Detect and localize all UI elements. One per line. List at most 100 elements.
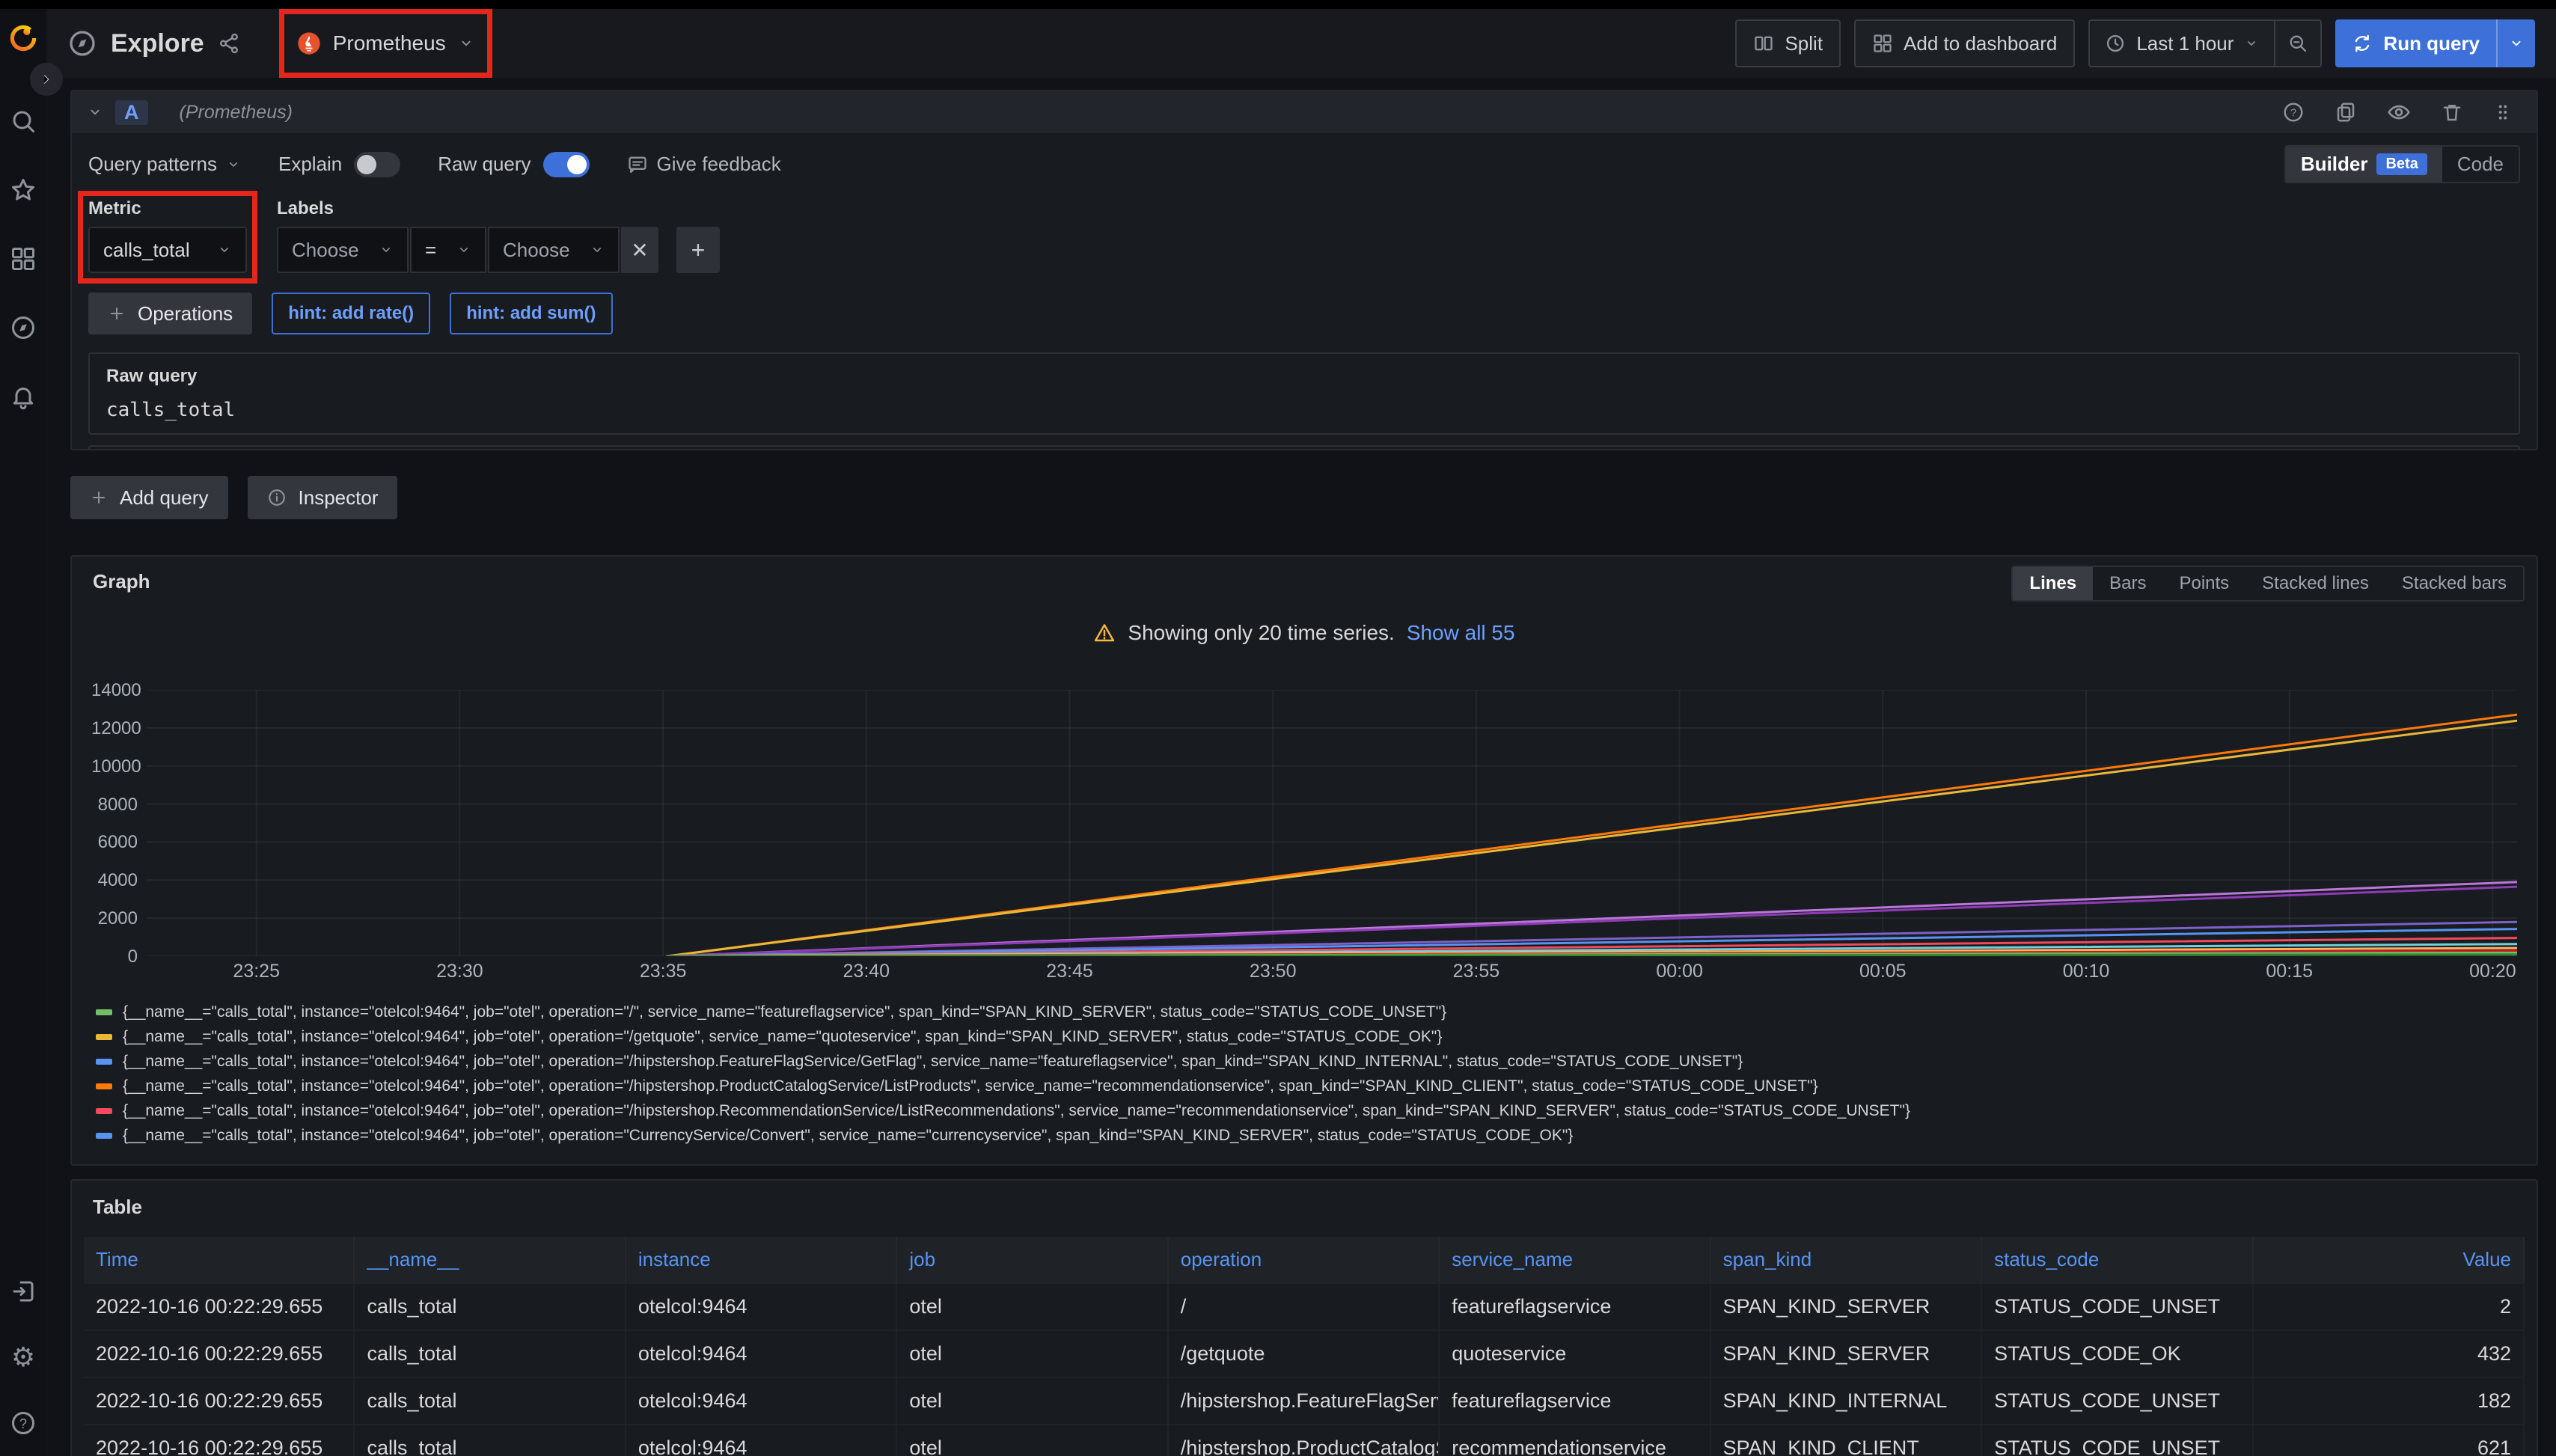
chevron-down-icon (590, 242, 605, 257)
inspector-button[interactable]: Inspector (248, 476, 398, 519)
metric-select[interactable]: calls_total (88, 227, 247, 273)
legend-item[interactable]: {__name__="calls_total", instance="otelc… (96, 1123, 2517, 1148)
graph-mode-points[interactable]: Points (2162, 567, 2245, 600)
dashboards-icon[interactable] (10, 245, 37, 272)
table-cell: calls_total (355, 1330, 626, 1377)
add-to-dashboard-label: Add to dashboard (1904, 32, 2057, 55)
legend-series-label: {__name__="calls_total", instance="otelc… (123, 1102, 1910, 1120)
legend-series-swatch (96, 1108, 112, 1114)
table-column-header-operation[interactable]: operation (1169, 1237, 1440, 1282)
table-cell: otelcol:9464 (626, 1282, 897, 1330)
add-query-label: Add query (120, 486, 209, 510)
sidebar-expand-button[interactable] (30, 63, 63, 96)
alerting-bell-icon[interactable] (10, 383, 37, 410)
table-column-header-span-kind[interactable]: span_kind (1711, 1237, 1982, 1282)
graph-mode-stacked-lines[interactable]: Stacked lines (2245, 567, 2385, 600)
remove-query-trash-icon[interactable] (2441, 101, 2463, 123)
y-axis-tick: 10000 (91, 756, 138, 777)
add-operation-button[interactable]: Operations (88, 293, 252, 334)
table-cell: otel (897, 1330, 1168, 1377)
table-column-header-value[interactable]: Value (2254, 1237, 2525, 1282)
grafana-logo[interactable] (6, 21, 40, 55)
query-toolbar: Query patterns Explain Raw query Give fe… (72, 133, 2537, 188)
table-column-header-instance[interactable]: instance (626, 1237, 897, 1282)
search-icon[interactable] (10, 108, 37, 135)
legend-item[interactable]: {__name__="calls_total", instance="otelc… (96, 1024, 2517, 1049)
share-icon[interactable] (218, 32, 240, 55)
y-axis-tick: 6000 (91, 832, 138, 853)
legend-series-swatch (96, 1083, 112, 1089)
table-cell: SPAN_KIND_SERVER (1711, 1330, 1982, 1377)
show-all-series-link[interactable]: Show all 55 (1407, 621, 1515, 645)
legend-item[interactable]: {__name__="calls_total", instance="otelc… (96, 1049, 2517, 1074)
chart-area: 02000400060008000100001200014000 (91, 690, 2517, 956)
toggle-visibility-eye-icon[interactable] (2387, 100, 2411, 124)
duplicate-query-icon[interactable] (2335, 101, 2357, 123)
explain-label: Explain (278, 153, 342, 176)
hint-add-sum-button[interactable]: hint: add sum() (450, 293, 612, 334)
query-help-icon[interactable]: ? (2282, 101, 2305, 123)
query-ref-id[interactable]: A (115, 100, 148, 125)
hint-add-rate-button[interactable]: hint: add rate() (272, 293, 430, 334)
sign-in-icon[interactable] (10, 1278, 37, 1305)
inspector-label: Inspector (299, 486, 379, 510)
plot-region[interactable] (147, 690, 2517, 956)
x-axis-tick: 00:20 (2469, 961, 2516, 982)
builder-mode-button[interactable]: Builder Beta (2286, 147, 2442, 182)
raw-query-toggle[interactable] (543, 152, 590, 177)
y-axis-tick: 0 (91, 946, 138, 967)
run-query-button[interactable]: Run query (2335, 19, 2535, 67)
label-operator-select[interactable]: = (410, 227, 486, 273)
graph-mode-lines[interactable]: Lines (2013, 567, 2093, 600)
label-value-select[interactable]: Choose (488, 227, 620, 273)
table-cell: SPAN_KIND_CLIENT (1711, 1424, 1982, 1456)
x-axis-tick: 00:10 (2063, 961, 2110, 982)
table-cell: / (1169, 1282, 1440, 1330)
table-column-header-status-code[interactable]: status_code (1982, 1237, 2253, 1282)
query-row-header[interactable]: A (Prometheus) ? (72, 91, 2537, 133)
query-options-bar[interactable]: Options Legend: AutoFormat: Time seriesS… (88, 445, 2520, 450)
drag-handle-icon[interactable] (2493, 101, 2513, 123)
add-query-button[interactable]: Add query (70, 476, 228, 519)
chevron-down-icon[interactable] (87, 104, 103, 120)
legend-item[interactable]: {__name__="calls_total", instance="otelc… (96, 1098, 2517, 1123)
explore-compass-icon (67, 28, 97, 58)
remove-label-filter-button[interactable]: ✕ (621, 227, 658, 273)
graph-mode-stacked-bars[interactable]: Stacked bars (2385, 567, 2523, 600)
split-button[interactable]: Split (1735, 19, 1841, 67)
table-column-header-job[interactable]: job (897, 1237, 1168, 1282)
table-panel: Table Time__name__instancejoboperationse… (70, 1179, 2538, 1456)
help-icon[interactable]: ? (10, 1410, 37, 1437)
query-patterns-label: Query patterns (88, 153, 217, 176)
table-cell: /hipstershop.ProductCatalogS... (1169, 1424, 1440, 1456)
settings-gear-icon[interactable]: ⚙ (11, 1344, 35, 1371)
raw-query-preview: Raw query calls_total (88, 352, 2520, 435)
warning-triangle-icon (1093, 622, 1116, 644)
table-column-header-time[interactable]: Time (84, 1237, 355, 1282)
give-feedback-button[interactable]: Give feedback (627, 153, 781, 176)
add-to-dashboard-button[interactable]: Add to dashboard (1854, 19, 2075, 67)
explore-compass-icon[interactable] (10, 314, 37, 341)
legend-item[interactable]: {__name__="calls_total", instance="otelc… (96, 1074, 2517, 1098)
x-axis-tick: 00:05 (1859, 961, 1907, 982)
table-cell: featureflagservice (1440, 1377, 1710, 1424)
table-cell: STATUS_CODE_UNSET (1982, 1424, 2253, 1456)
legend-series-label: {__name__="calls_total", instance="otelc… (123, 1028, 1442, 1046)
run-query-caret[interactable] (2496, 19, 2535, 67)
explain-toggle[interactable] (354, 152, 400, 177)
legend-series-swatch (96, 1059, 112, 1065)
zoom-out-time-button[interactable] (2274, 21, 2320, 66)
starred-icon[interactable] (10, 177, 37, 204)
code-mode-button[interactable]: Code (2442, 147, 2519, 182)
query-patterns-button[interactable]: Query patterns (88, 153, 241, 176)
label-key-select[interactable]: Choose (277, 227, 409, 273)
table-column-header--name-[interactable]: __name__ (355, 1237, 626, 1282)
add-label-filter-button[interactable]: + (676, 227, 720, 273)
table-column-header-service-name[interactable]: service_name (1440, 1237, 1710, 1282)
page-title: Explore (111, 29, 204, 58)
graph-mode-bars[interactable]: Bars (2093, 567, 2162, 600)
datasource-picker[interactable]: Prometheus (293, 24, 479, 63)
explore-toolbar: Explore Prometheus (46, 9, 2556, 78)
legend-item[interactable]: {__name__="calls_total", instance="otelc… (96, 1000, 2517, 1024)
time-range-button[interactable]: Last 1 hour (2090, 21, 2274, 66)
